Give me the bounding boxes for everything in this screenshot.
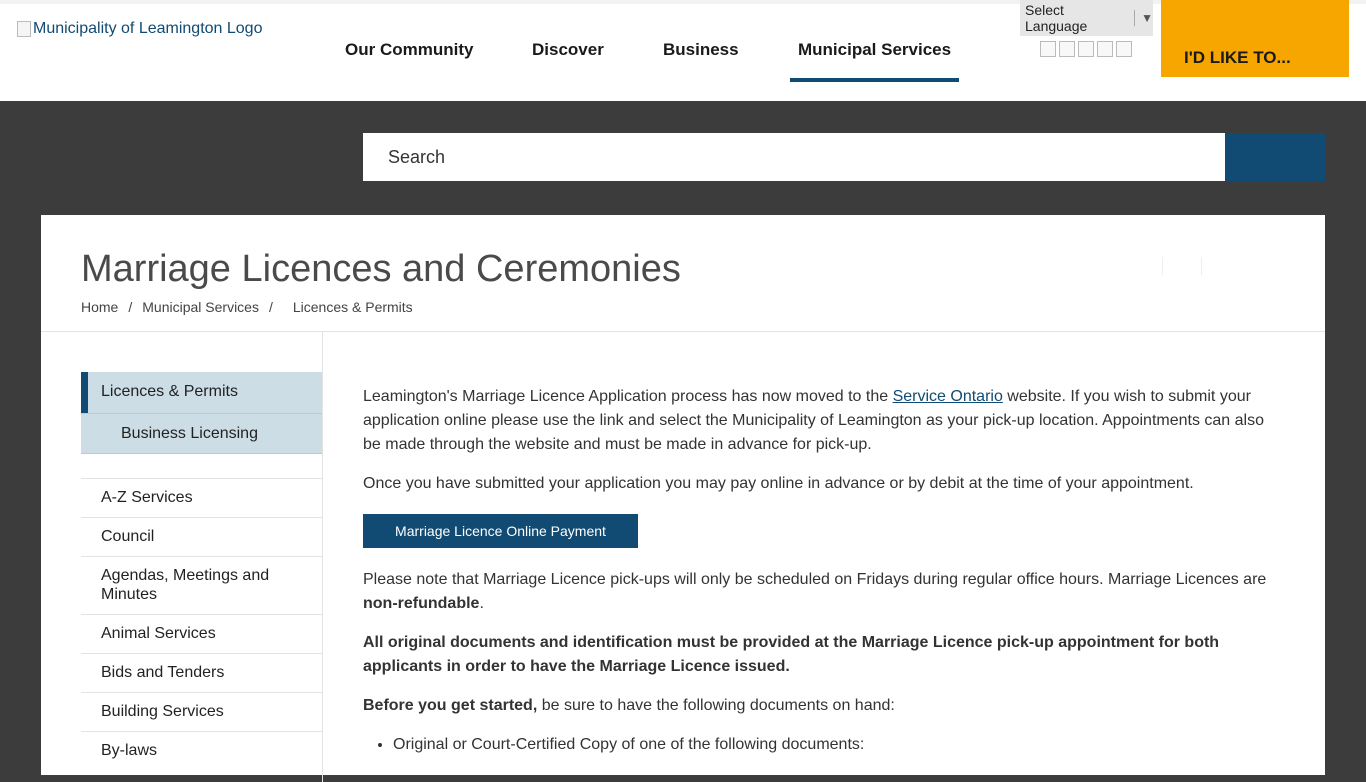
pickup-note: Please note that Marriage Licence pick-u… <box>363 568 1283 616</box>
page-tools <box>1162 257 1202 275</box>
sidebar-item-building-services[interactable]: Building Services <box>81 692 322 731</box>
chevron-down-icon: ▼ <box>1141 11 1153 25</box>
social-icon-4[interactable] <box>1097 41 1113 57</box>
logo-alt-text: Municipality of Leamington Logo <box>33 20 263 37</box>
sidebar-item-bids-tenders[interactable]: Bids and Tenders <box>81 653 322 692</box>
social-icon-1[interactable] <box>1040 41 1056 57</box>
intro-text: Leamington's Marriage Licence Applicatio… <box>363 388 893 405</box>
service-ontario-link[interactable]: Service Ontario <box>893 388 1003 405</box>
sidebar-item-licences-permits[interactable]: Licences & Permits <box>81 372 322 413</box>
breadcrumb-separator: / <box>128 299 133 315</box>
nav-business[interactable]: Business <box>663 40 739 60</box>
nav-municipal-services[interactable]: Municipal Services <box>798 40 951 60</box>
sidebar-item-animal-services[interactable]: Animal Services <box>81 614 322 653</box>
before-start-paragraph: Before you get started, be sure to have … <box>363 694 1273 718</box>
sidebar-item-az-services[interactable]: A-Z Services <box>81 478 322 517</box>
broken-image-icon <box>17 21 31 37</box>
before-start-text: be sure to have the following documents … <box>537 697 895 714</box>
search-input[interactable] <box>363 133 1225 181</box>
documents-list: Original or Court-Certified Copy of one … <box>363 733 864 757</box>
sidebar-item-agendas[interactable]: Agendas, Meetings and Minutes <box>81 556 322 614</box>
sidebar-item-bylaws[interactable]: By-laws <box>81 731 322 770</box>
documents-requirement: All original documents and identificatio… <box>363 634 1220 675</box>
social-icon-3[interactable] <box>1078 41 1094 57</box>
site-header: Municipality of Leamington Logo Our Comm… <box>0 0 1366 101</box>
pickup-text: Please note that Marriage Licence pick-u… <box>363 571 1267 588</box>
breadcrumb: Home / Municipal Services / Licences & Permi… <box>81 299 413 315</box>
nav-discover[interactable]: Discover <box>532 40 604 60</box>
content-card: Marriage Licences and Ceremonies Home / Mu… <box>41 215 1325 782</box>
breadcrumb-home[interactable]: Home <box>81 299 118 315</box>
online-payment-button[interactable]: Marriage Licence Online Payment <box>363 514 638 548</box>
breadcrumb-municipal-services[interactable]: Municipal Services <box>142 299 259 315</box>
social-icon-5[interactable] <box>1116 41 1132 57</box>
language-select-label: Select Language <box>1025 2 1088 34</box>
id-like-to-button[interactable]: I'D LIKE TO... <box>1161 0 1349 77</box>
header-divider <box>41 331 1325 332</box>
intro-paragraph: Leamington's Marriage Licence Applicatio… <box>363 385 1273 457</box>
language-select[interactable]: Select Language ▼ <box>1020 0 1153 36</box>
non-refundable-text: non-refundable <box>363 595 480 612</box>
nav-active-indicator <box>790 78 959 82</box>
language-separator <box>1134 10 1136 26</box>
before-start-bold: Before you get started, <box>363 697 538 714</box>
social-icon-2[interactable] <box>1059 41 1075 57</box>
payment-paragraph: Once you have submitted your application… <box>363 475 1194 492</box>
page-title: Marriage Licences and Ceremonies <box>81 248 681 290</box>
sidebar-list: A-Z Services Council Agendas, Meetings a… <box>81 478 322 770</box>
sidebar-divider <box>322 332 323 782</box>
sidebar-item-council[interactable]: Council <box>81 517 322 556</box>
sidebar-item-business-licensing[interactable]: Business Licensing <box>81 413 322 454</box>
search-button[interactable] <box>1225 133 1325 181</box>
breadcrumb-separator: / <box>268 299 273 315</box>
nav-our-community[interactable]: Our Community <box>345 40 473 60</box>
breadcrumb-licences-permits[interactable]: Licences & Permits <box>293 299 413 315</box>
list-item: Original or Court-Certified Copy of one … <box>393 733 864 757</box>
site-logo[interactable]: Municipality of Leamington Logo <box>17 20 262 38</box>
pickup-text-end: . <box>479 595 484 612</box>
social-links <box>1040 41 1132 57</box>
